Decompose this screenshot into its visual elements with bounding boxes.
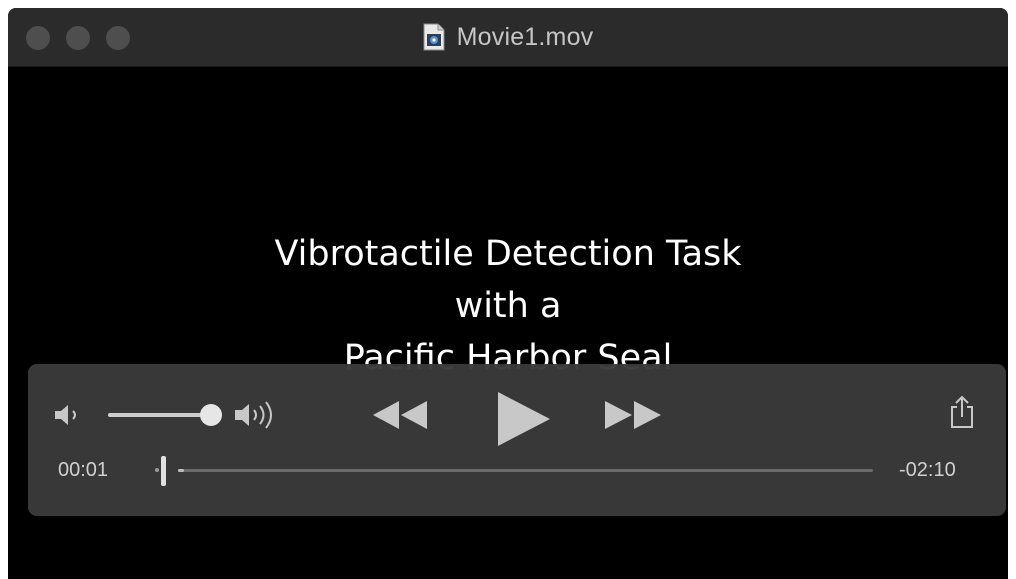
scrubber-track[interactable] [178,469,873,472]
elapsed-time: 00:01 [58,459,109,481]
title-bar[interactable]: Movie1.mov [8,8,1008,67]
scrubber-played [178,469,184,472]
fast-forward-icon[interactable] [604,400,662,430]
volume-slider-track[interactable] [108,413,204,417]
share-icon[interactable] [948,394,976,430]
window-title-text: Movie1.mov [456,22,594,51]
volume-low-icon[interactable] [54,402,86,428]
volume-slider-handle[interactable] [200,404,222,426]
scrubber-playhead[interactable] [161,456,166,486]
window-title: Movie1.mov [8,8,1008,66]
scrubber-start-marker [155,468,159,472]
play-icon[interactable] [496,390,552,448]
video-text-line-1: Vibrotactile Detection Task [274,234,742,274]
player-window: Movie1.mov Vibrotactile Detection Task w… [8,8,1008,579]
rewind-icon[interactable] [372,400,428,430]
remaining-time: -02:10 [899,459,956,481]
video-frame-text: Vibrotactile Detection Task with a Pacif… [8,228,1008,384]
volume-high-icon[interactable] [234,398,290,432]
playback-controls: 00:01 -02:10 [28,364,1006,516]
video-text-line-2: with a [454,286,562,326]
movie-file-icon [423,23,445,51]
